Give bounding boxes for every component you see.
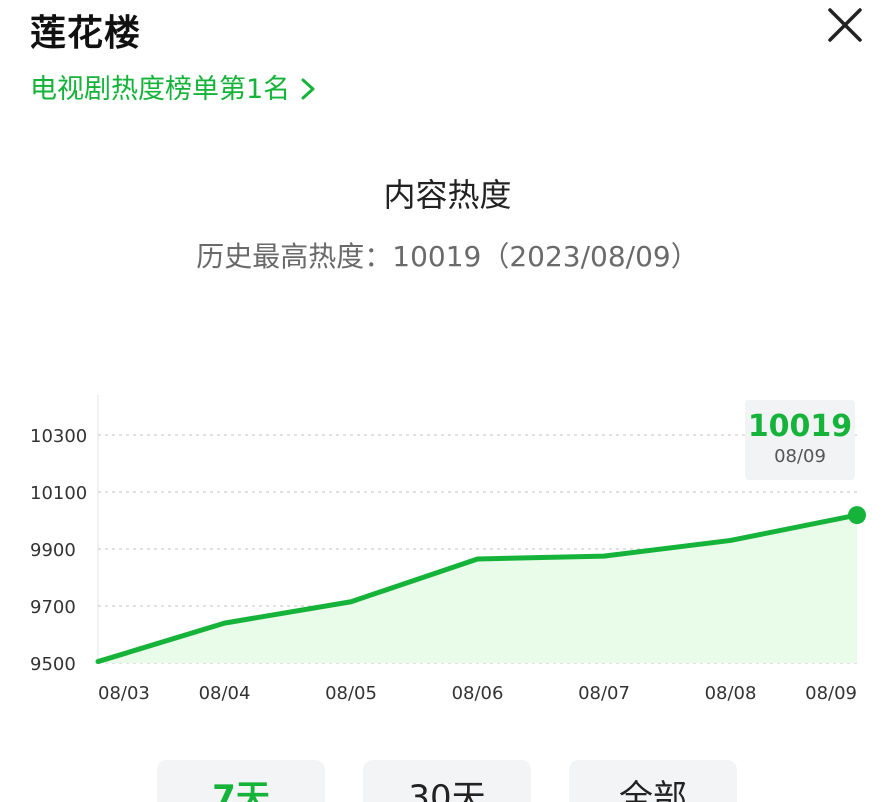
tab-30-days[interactable]: 30天 <box>363 760 531 802</box>
x-tick-label: 08/03 <box>98 683 150 704</box>
popularity-panel: 莲花楼 电视剧热度榜单第1名 内容热度 历史最高热度：10019（2023/08… <box>0 0 895 802</box>
y-tick-label: 9900 <box>30 540 76 561</box>
x-tick-label: 08/07 <box>578 683 630 704</box>
tab-all[interactable]: 全部 <box>569 760 737 802</box>
x-tick-label: 08/09 <box>805 683 857 704</box>
x-tick-label: 08/04 <box>199 683 251 704</box>
tooltip-date: 08/09 <box>774 446 826 467</box>
range-tabs: 7天 30天 全部 <box>0 760 895 802</box>
x-tick-label: 08/06 <box>452 683 504 704</box>
x-tick-label: 08/05 <box>325 683 377 704</box>
y-tick-label: 10300 <box>30 426 87 447</box>
y-tick-label: 9500 <box>30 654 76 675</box>
close-icon <box>828 8 862 42</box>
y-tick-label: 10100 <box>30 483 87 504</box>
chart-tooltip: 10019 08/09 <box>745 400 855 480</box>
x-tick-label: 08/08 <box>705 683 757 704</box>
peak-popularity-text: 历史最高热度：10019（2023/08/09） <box>196 240 699 273</box>
rank-link-label: 电视剧热度榜单第1名 <box>30 74 291 105</box>
chevron-right-icon <box>300 76 316 99</box>
tab-7-days[interactable]: 7天 <box>157 760 325 802</box>
y-tick-label: 9700 <box>30 597 76 618</box>
show-title: 莲花楼 <box>30 13 142 54</box>
close-button[interactable] <box>822 2 868 48</box>
rank-link[interactable]: 电视剧热度榜单第1名 <box>30 67 316 106</box>
section-title: 内容热度 <box>383 176 512 214</box>
tooltip-value: 10019 <box>747 409 853 444</box>
highlight-point <box>848 506 866 525</box>
